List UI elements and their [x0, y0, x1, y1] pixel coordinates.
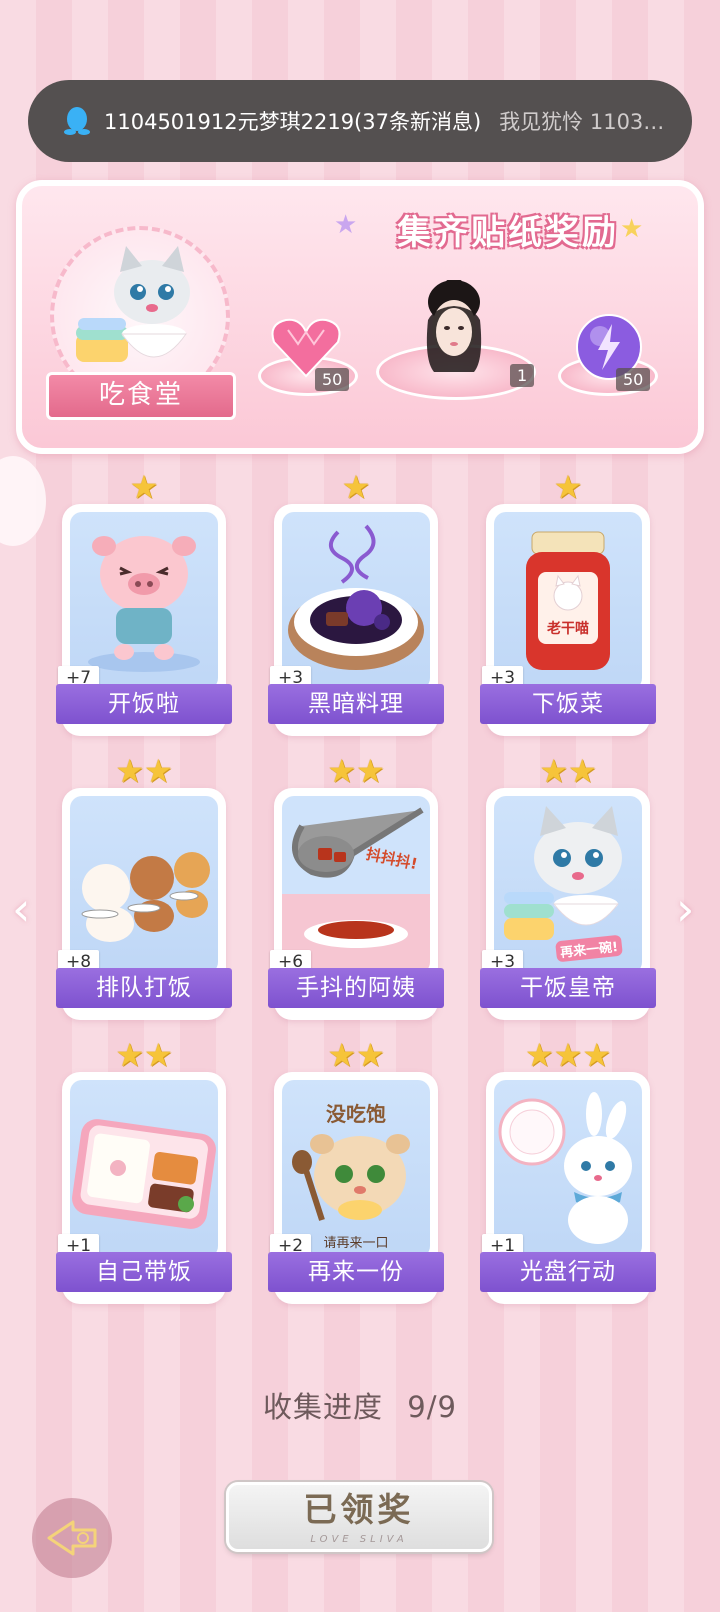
- sticker-name: 排队打饭: [56, 968, 232, 1008]
- star-rating: ★★: [327, 752, 385, 790]
- collection-progress: 收集进度 9/9: [0, 1384, 720, 1426]
- notification-banner[interactable]: 1104501912元梦琪2219(37条新消息) 我见犹怜 11032...: [28, 80, 692, 162]
- star-rating: ★★: [539, 752, 597, 790]
- sticker-art-chili-jar: 老干喵: [494, 512, 642, 690]
- sticker-card[interactable]: +7 开饭啦: [56, 504, 232, 736]
- reward-count: 1: [510, 364, 535, 387]
- sticker-name: 下饭菜: [480, 684, 656, 724]
- sticker-art-cat-eating: 再来一碗!: [494, 796, 642, 974]
- sticker-caption-top: 没吃饱: [326, 1102, 386, 1126]
- sticker-card[interactable]: +8 排队打饭: [56, 788, 232, 1020]
- reward-count: 50: [616, 368, 651, 391]
- back-arrow-icon[interactable]: [32, 1498, 112, 1578]
- sticker-card[interactable]: 再来一碗! +3 干饭皇帝: [480, 788, 656, 1020]
- sticker-name: 再来一份: [268, 1252, 444, 1292]
- sticker-name: 自己带饭: [56, 1252, 232, 1292]
- banner-title: 集齐贴纸奖励: [397, 213, 619, 253]
- sticker-art-bunny: [494, 1080, 642, 1258]
- sticker-card[interactable]: 抖抖抖! +6 手抖的阿姨: [268, 788, 444, 1020]
- sticker-art-ladle: 抖抖抖!: [282, 796, 430, 974]
- side-menu-peek[interactable]: [0, 456, 46, 546]
- sticker-name: 黑暗料理: [268, 684, 444, 724]
- reward-count: 50: [315, 368, 350, 391]
- avatar-portrait[interactable]: [414, 278, 494, 376]
- claimed-reward-button[interactable]: 已领奖 LOVE SLIVA: [226, 1482, 492, 1552]
- qq-penguin-icon: [64, 107, 90, 135]
- sticker-name: 光盘行动: [480, 1252, 656, 1292]
- next-page-arrow-icon[interactable]: ›: [676, 884, 706, 934]
- star-rating: ★★★: [524, 1036, 612, 1074]
- star-rating: ★★: [327, 1036, 385, 1074]
- sticker-name: 手抖的阿姨: [268, 968, 444, 1008]
- notification-message: 1104501912元梦琪2219(37条新消息): [104, 110, 482, 134]
- sticker-name: 开饭啦: [56, 684, 232, 724]
- progress-value: 9/9: [407, 1390, 457, 1424]
- progress-label: 收集进度: [263, 1390, 384, 1424]
- star-decoration-icon: ★: [334, 210, 358, 240]
- theme-label: 吃食堂: [46, 372, 236, 420]
- sticker-card[interactable]: 没吃饱 请再来一口 +2 再来一份: [268, 1072, 444, 1304]
- prev-page-arrow-icon[interactable]: ‹: [12, 884, 42, 934]
- star-rating: ★: [341, 468, 371, 506]
- star-rating: ★: [129, 468, 159, 506]
- sticker-art-dark-cuisine: [282, 512, 430, 690]
- claim-button-sub: LOVE SLIVA: [310, 1534, 408, 1545]
- star-rating: ★: [553, 468, 583, 506]
- jar-label: 老干喵: [547, 621, 589, 637]
- claim-button-label: 已领奖: [303, 1490, 415, 1529]
- sticker-card[interactable]: +1 光盘行动: [480, 1072, 656, 1304]
- sticker-card[interactable]: +3 黑暗料理: [268, 504, 444, 736]
- star-rating: ★★: [115, 752, 173, 790]
- sticker-card[interactable]: 老干喵 +3 下饭菜: [480, 504, 656, 736]
- notification-preview: 我见犹怜 11032...: [499, 110, 666, 134]
- reward-banner: ★ ★ 集齐贴纸奖励 吃食堂 50 1 50: [16, 180, 704, 454]
- sticker-art-hamster: 没吃饱 请再来一口: [282, 1080, 430, 1258]
- sticker-art-pig: [70, 512, 218, 690]
- sticker-card[interactable]: +1 自己带饭: [56, 1072, 232, 1304]
- sticker-name: 干饭皇帝: [480, 968, 656, 1008]
- star-rating: ★★: [115, 1036, 173, 1074]
- sticker-art-queue: [70, 796, 218, 974]
- sticker-art-bento: [70, 1080, 218, 1258]
